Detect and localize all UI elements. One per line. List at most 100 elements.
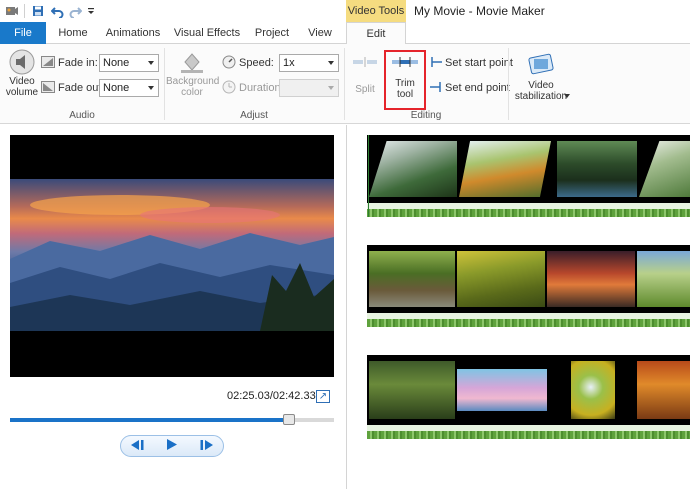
chevron-down-icon: [328, 86, 334, 90]
clip-thumbnail-meadow: [637, 251, 690, 307]
title-bar: Video Tools My Movie - Movie Maker: [0, 0, 690, 22]
fade-in-label-group: Fade in:: [41, 55, 98, 71]
set-start-point-label: Set start point: [445, 57, 513, 69]
fade-out-label-group: Fade out:: [41, 80, 104, 96]
play-button[interactable]: [157, 439, 187, 453]
video-clip-3[interactable]: [367, 355, 690, 425]
tab-file[interactable]: File: [0, 22, 46, 44]
tab-visual-effects[interactable]: Visual Effects: [172, 22, 242, 44]
clip-thumbnail-sunset: [547, 251, 635, 307]
adjust-group-label: Adjust: [240, 110, 268, 121]
clip-thumbnail-mossy-rocks: [369, 361, 455, 419]
audio-track-1[interactable]: [367, 203, 690, 217]
clip-thumbnail-yellow-forest: [457, 251, 545, 307]
clip-thumbnail-autumn-trees: [459, 141, 551, 197]
app-menu-icon[interactable]: [4, 3, 20, 19]
speaker-icon: [3, 48, 41, 76]
next-frame-button[interactable]: [191, 439, 221, 453]
editing-group-label: Editing: [410, 110, 442, 121]
speed-label-group: Speed:: [222, 55, 274, 71]
tab-home[interactable]: Home: [52, 22, 94, 44]
clip-thumbnail-road: [369, 251, 455, 307]
chevron-down-icon: [148, 86, 154, 90]
clip-thumbnail-orange-leaves: [637, 361, 690, 419]
customize-icon[interactable]: [86, 3, 96, 19]
previous-frame-button[interactable]: [123, 439, 153, 453]
fade-out-icon: [41, 80, 55, 96]
seek-bar[interactable]: [10, 414, 334, 425]
split-icon: [350, 50, 380, 74]
speed-dropdown[interactable]: 1x: [279, 54, 339, 72]
audio-waveform: [367, 208, 690, 217]
chevron-down-icon: [328, 61, 334, 65]
fade-in-label: Fade in:: [58, 57, 98, 69]
paint-bucket-icon: [166, 48, 218, 76]
audio-waveform: [367, 318, 690, 327]
clock-icon: [222, 80, 236, 97]
previous-frame-icon: [131, 439, 144, 450]
split-button[interactable]: Split: [350, 50, 380, 95]
undo-icon[interactable]: [50, 3, 64, 19]
playback-controls: [120, 435, 224, 457]
duration-dropdown[interactable]: [279, 79, 339, 97]
video-clip-1[interactable]: [367, 135, 690, 203]
audio-waveform: [367, 430, 690, 439]
background-color-label: Background color: [166, 76, 220, 98]
seek-bar-progress: [10, 418, 289, 422]
fade-in-dropdown[interactable]: None: [99, 54, 159, 72]
set-end-point-button[interactable]: Set end point: [430, 81, 510, 95]
quick-access-separator: [24, 4, 25, 18]
fade-out-label: Fade out:: [58, 82, 105, 94]
chevron-down-icon: [148, 61, 154, 65]
seek-bar-thumb[interactable]: [282, 414, 295, 425]
duration-label-group: Duration:: [222, 80, 284, 96]
group-separator: [508, 48, 509, 120]
speed-value: 1x: [283, 57, 295, 69]
ribbon: Video volume Fade in: None Fade out: Non…: [0, 44, 690, 124]
tab-animations[interactable]: Animations: [102, 22, 164, 44]
fade-in-icon: [41, 55, 55, 71]
next-frame-icon: [200, 439, 213, 450]
video-stabilization-button[interactable]: Video stabilization: [510, 48, 572, 102]
start-point-icon: [430, 56, 442, 70]
speed-label: Speed:: [239, 57, 274, 69]
audio-group-label: Audio: [69, 110, 95, 121]
redo-icon[interactable]: [68, 3, 82, 19]
video-preview[interactable]: [10, 135, 334, 377]
tab-project[interactable]: Project: [250, 22, 294, 44]
video-stabilization-label: Video stabilization: [514, 80, 568, 102]
expand-preview-button[interactable]: ↗: [316, 390, 330, 403]
window-title: My Movie - Movie Maker: [414, 4, 545, 18]
split-label: Split: [355, 84, 375, 95]
stabilization-icon: [510, 48, 572, 80]
preview-frame-image: [10, 179, 334, 331]
video-volume-button[interactable]: Video volume: [3, 48, 41, 98]
ribbon-tabs: File Home Animations Visual Effects Proj…: [0, 22, 690, 45]
clip-thumbnail-forest: [369, 141, 457, 197]
background-color-button[interactable]: Background color: [166, 48, 220, 98]
playhead-marker[interactable]: [368, 135, 369, 217]
clip-thumbnail-blossoms: [457, 369, 547, 411]
video-clip-2[interactable]: [367, 245, 690, 313]
video-tools-context-label: Video Tools: [346, 0, 406, 22]
set-end-point-label: Set end point: [445, 82, 510, 94]
tab-view[interactable]: View: [302, 22, 338, 44]
fade-out-value: None: [103, 82, 130, 94]
save-icon[interactable]: [31, 3, 45, 19]
fade-in-value: None: [103, 57, 130, 69]
trim-tool-highlight-box: [384, 50, 426, 110]
clip-thumbnail-path: [639, 141, 690, 197]
tab-edit[interactable]: Edit: [346, 22, 406, 45]
video-volume-label: Video volume: [5, 76, 39, 98]
clip-thumbnail-bridge: [557, 141, 637, 197]
duration-label: Duration:: [239, 82, 284, 94]
audio-track-2[interactable]: [367, 313, 690, 327]
play-icon: [167, 439, 177, 450]
end-point-icon: [430, 81, 442, 95]
audio-track-3[interactable]: [367, 425, 690, 439]
clip-thumbnail-water-drop: [571, 361, 615, 419]
time-display: 02:25.03/02:42.33: [227, 390, 316, 402]
fade-out-dropdown[interactable]: None: [99, 79, 159, 97]
set-start-point-button[interactable]: Set start point: [430, 56, 513, 70]
speedometer-icon: [222, 55, 236, 72]
